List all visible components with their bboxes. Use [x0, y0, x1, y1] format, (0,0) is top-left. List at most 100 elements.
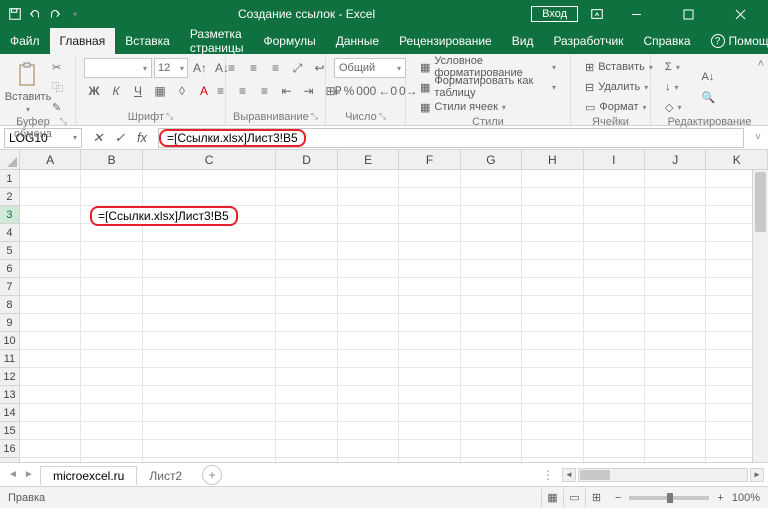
- find-select-button[interactable]: 🔍: [695, 88, 721, 106]
- cell[interactable]: [461, 242, 522, 260]
- cell[interactable]: [522, 260, 583, 278]
- cell[interactable]: [584, 224, 645, 242]
- cell[interactable]: [584, 206, 645, 224]
- delete-cells-button[interactable]: ⊟Удалить▾: [579, 78, 659, 96]
- sheet-nav-next-icon[interactable]: ►: [24, 469, 34, 480]
- sheet-nav-prev-icon[interactable]: ◄: [8, 469, 18, 480]
- cell[interactable]: [20, 386, 81, 404]
- tab-insert[interactable]: Вставка: [115, 28, 180, 54]
- tab-review[interactable]: Рецензирование: [389, 28, 502, 54]
- cell[interactable]: [399, 314, 460, 332]
- cell[interactable]: [461, 458, 522, 462]
- tell-me[interactable]: ?Помощ: [701, 28, 768, 54]
- copy-icon[interactable]: ⿻: [52, 78, 63, 96]
- cell[interactable]: [20, 224, 81, 242]
- cell[interactable]: [143, 386, 277, 404]
- cell[interactable]: [20, 242, 81, 260]
- cell[interactable]: [81, 224, 142, 242]
- cell[interactable]: [338, 386, 399, 404]
- align-left-icon[interactable]: ≡: [211, 81, 231, 101]
- cell[interactable]: [461, 332, 522, 350]
- tab-developer[interactable]: Разработчик: [543, 28, 633, 54]
- border-button[interactable]: ▦: [150, 81, 170, 101]
- insert-cells-button[interactable]: ⊞Вставить▾: [579, 58, 659, 76]
- cell[interactable]: [276, 278, 337, 296]
- cell[interactable]: [20, 206, 81, 224]
- cell[interactable]: [522, 368, 583, 386]
- col-header[interactable]: G: [461, 150, 522, 169]
- cell[interactable]: [645, 188, 706, 206]
- align-top-icon[interactable]: ≡: [222, 58, 242, 78]
- ribbon-options-icon[interactable]: [590, 7, 604, 21]
- cell[interactable]: [399, 188, 460, 206]
- cell[interactable]: [276, 260, 337, 278]
- cell[interactable]: [338, 278, 399, 296]
- cell[interactable]: [338, 206, 399, 224]
- dialog-launcher-icon[interactable]: ⤡: [166, 111, 173, 123]
- zoom-slider[interactable]: [629, 496, 709, 500]
- cell[interactable]: [461, 314, 522, 332]
- orientation-icon[interactable]: ⤢: [288, 58, 308, 78]
- cell[interactable]: [645, 404, 706, 422]
- cell[interactable]: [143, 260, 277, 278]
- font-name-combo[interactable]: ▾: [84, 58, 152, 78]
- dialog-launcher-icon[interactable]: ⤡: [379, 111, 386, 123]
- font-size-combo[interactable]: 12▾: [154, 58, 188, 78]
- cell[interactable]: [399, 350, 460, 368]
- tab-pagelayout[interactable]: Разметка страницы: [180, 28, 254, 54]
- cell[interactable]: [81, 170, 142, 188]
- cell[interactable]: [143, 314, 277, 332]
- sheet-tab[interactable]: Лист2: [137, 467, 194, 485]
- cell[interactable]: [584, 278, 645, 296]
- cell[interactable]: [461, 170, 522, 188]
- cell[interactable]: [645, 440, 706, 458]
- select-all-corner[interactable]: [0, 150, 20, 169]
- cell[interactable]: [461, 368, 522, 386]
- save-icon[interactable]: [8, 7, 22, 21]
- dec-increase-icon[interactable]: ←0: [378, 81, 397, 101]
- cell[interactable]: [645, 242, 706, 260]
- number-format-combo[interactable]: Общий▾: [334, 58, 406, 78]
- fill-button[interactable]: ↓ ▾: [659, 78, 687, 96]
- cell[interactable]: [143, 332, 277, 350]
- cell[interactable]: [584, 260, 645, 278]
- indent-increase-icon[interactable]: ⇥: [299, 81, 319, 101]
- cell[interactable]: [143, 440, 277, 458]
- cell[interactable]: [522, 422, 583, 440]
- cancel-formula-icon[interactable]: ✕: [90, 130, 106, 146]
- cell[interactable]: [338, 188, 399, 206]
- cell[interactable]: [338, 314, 399, 332]
- row-header[interactable]: 11: [0, 350, 20, 368]
- tab-home[interactable]: Главная: [50, 28, 116, 54]
- row-header[interactable]: 13: [0, 386, 20, 404]
- cell[interactable]: [461, 350, 522, 368]
- close-button[interactable]: [720, 0, 760, 28]
- cell[interactable]: [584, 332, 645, 350]
- cell[interactable]: [645, 368, 706, 386]
- cell[interactable]: [399, 278, 460, 296]
- cell[interactable]: [338, 368, 399, 386]
- scroll-right-icon[interactable]: ►: [750, 468, 764, 482]
- col-header[interactable]: B: [81, 150, 142, 169]
- cell[interactable]: [584, 188, 645, 206]
- cell[interactable]: [276, 170, 337, 188]
- cell[interactable]: [522, 404, 583, 422]
- cell[interactable]: [645, 332, 706, 350]
- format-as-table-button[interactable]: ▦Форматировать как таблицу▾: [414, 78, 562, 96]
- align-right-icon[interactable]: ≡: [255, 81, 275, 101]
- cell[interactable]: [645, 386, 706, 404]
- scroll-left-icon[interactable]: ◄: [562, 468, 576, 482]
- cell[interactable]: [645, 350, 706, 368]
- cell[interactable]: [276, 242, 337, 260]
- row-header[interactable]: 4: [0, 224, 20, 242]
- row-header[interactable]: 1: [0, 170, 20, 188]
- clear-button[interactable]: ◇ ▾: [659, 98, 687, 116]
- fx-icon[interactable]: fx: [134, 130, 150, 145]
- row-header[interactable]: 16: [0, 440, 20, 458]
- row-header[interactable]: 17: [0, 458, 20, 462]
- cell[interactable]: [338, 404, 399, 422]
- increase-font-icon[interactable]: A↑: [190, 58, 210, 78]
- cell[interactable]: [461, 422, 522, 440]
- cell[interactable]: [81, 458, 142, 462]
- cell[interactable]: [81, 242, 142, 260]
